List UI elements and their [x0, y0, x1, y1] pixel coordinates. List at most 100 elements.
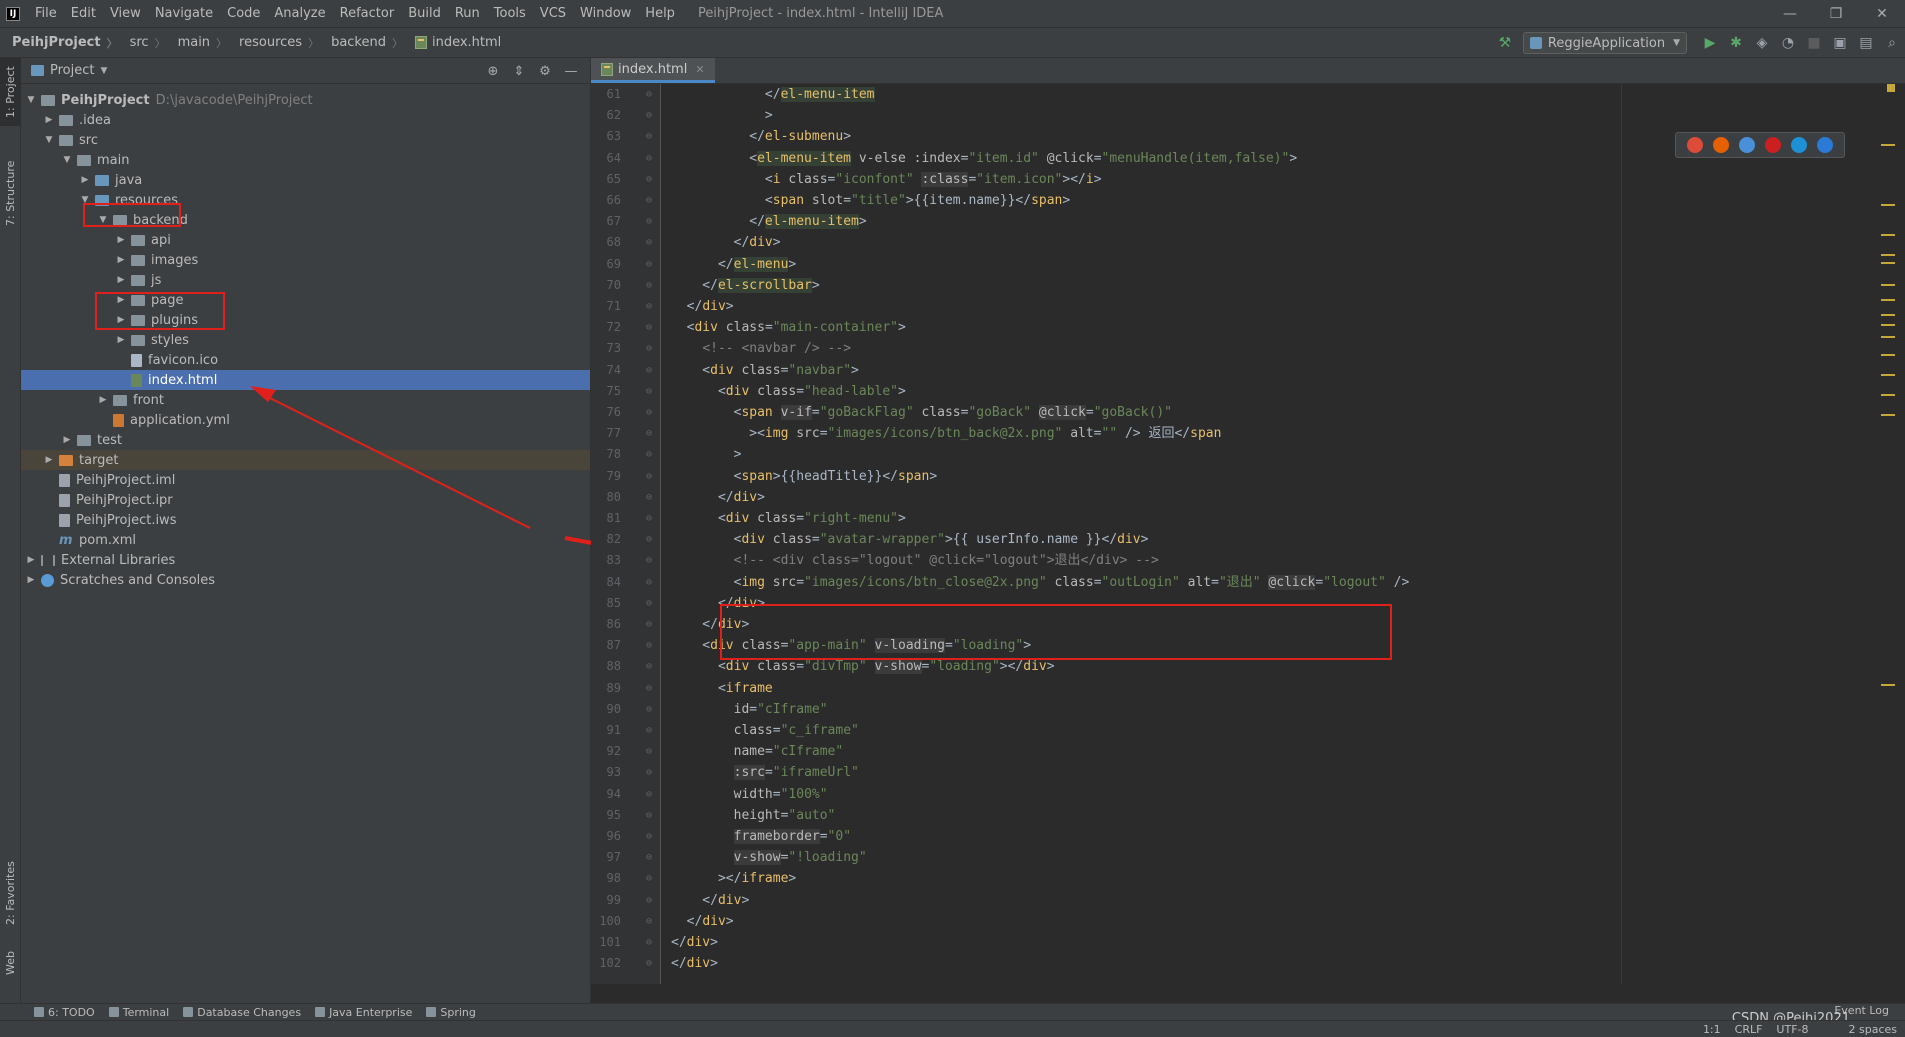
tree-item[interactable]: ▶ styles [21, 330, 590, 350]
menu-analyze[interactable]: Analyze [267, 0, 332, 28]
fold-marker-icon[interactable]: ⊖ [646, 402, 652, 423]
code-line[interactable]: 83 ⊖ <!-- <div class="logout" @click="log… [591, 550, 1891, 571]
edge-icon[interactable] [1817, 137, 1833, 153]
code-line[interactable]: 76 ⊖ <span v-if="goBackFlag" class="goBac… [591, 402, 1891, 423]
line-separator[interactable]: CRLF [1735, 1023, 1763, 1036]
code-line[interactable]: 94 ⊖ width="100%" [591, 784, 1891, 805]
fold-marker-icon[interactable]: ⊖ [646, 699, 652, 720]
coverage-icon[interactable]: ◈ [1749, 32, 1775, 54]
menu-window[interactable]: Window [573, 0, 638, 28]
scroll-marker[interactable] [1881, 684, 1895, 686]
locate-file-icon[interactable]: ⊕ [480, 64, 506, 79]
restore-button[interactable]: ❐ [1813, 0, 1859, 28]
collapsed-arrow-icon[interactable]: ▶ [61, 435, 73, 445]
code-line[interactable]: 84 ⊖ <img src="images/icons/btn_close@2x.… [591, 572, 1891, 593]
scroll-marker[interactable] [1881, 254, 1895, 256]
project-tool-tab[interactable]: 1: Project [0, 58, 21, 126]
warning-marker[interactable] [1887, 84, 1895, 92]
expanded-arrow-icon[interactable]: ▼ [25, 95, 37, 105]
fold-marker-icon[interactable]: ⊖ [646, 84, 652, 105]
fold-marker-icon[interactable]: ⊖ [646, 317, 652, 338]
fold-marker-icon[interactable]: ⊖ [646, 784, 652, 805]
code-line[interactable]: 70 ⊖ </el-scrollbar> [591, 275, 1891, 296]
tree-item[interactable]: ▶ java [21, 170, 590, 190]
fold-marker-icon[interactable]: ⊖ [646, 211, 652, 232]
structure-tool-tab[interactable]: 7: Structure [0, 148, 21, 238]
code-line[interactable]: 77 ⊖ ><img src="images/icons/btn_back@2x.… [591, 423, 1891, 444]
collapsed-arrow-icon[interactable]: ▶ [25, 575, 37, 585]
collapsed-arrow-icon[interactable]: ▶ [97, 395, 109, 405]
fold-marker-icon[interactable]: ⊖ [646, 890, 652, 911]
menu-vcs[interactable]: VCS [533, 0, 573, 28]
fold-marker-icon[interactable]: ⊖ [646, 614, 652, 635]
code-line[interactable]: 73 ⊖ <!-- <navbar /> --> [591, 338, 1891, 359]
tree-item[interactable]: ▶ test [21, 430, 590, 450]
fold-marker-icon[interactable]: ⊖ [646, 126, 652, 147]
fold-marker-icon[interactable]: ⊖ [646, 572, 652, 593]
tree-item[interactable]: ▼ PeihjProject D:\javacode\PeihjProject [21, 90, 590, 110]
tree-item[interactable]: ▶ .idea [21, 110, 590, 130]
chevron-down-icon[interactable]: ▼ [100, 66, 107, 76]
fold-marker-icon[interactable]: ⊖ [646, 762, 652, 783]
menu-edit[interactable]: Edit [64, 0, 103, 28]
profile-icon[interactable]: ◔ [1775, 32, 1801, 54]
tree-item[interactable]: ▶ target [21, 450, 590, 470]
tab-index-html[interactable]: index.html ✕ [591, 58, 715, 83]
collapsed-arrow-icon[interactable]: ▶ [25, 555, 37, 565]
code-line[interactable]: 78 ⊖ > [591, 444, 1891, 465]
fold-marker-icon[interactable]: ⊖ [646, 190, 652, 211]
fold-marker-icon[interactable]: ⊖ [646, 953, 652, 974]
run-icon[interactable]: ▶ [1697, 32, 1723, 54]
menu-file[interactable]: File [28, 0, 64, 28]
code-line[interactable]: 65 ⊖ <i class="iconfont" :class="item.ico… [591, 169, 1891, 190]
fold-marker-icon[interactable]: ⊖ [646, 232, 652, 253]
tree-item[interactable]: ▶ api [21, 230, 590, 250]
code-line[interactable]: 74 ⊖ <div class="navbar"> [591, 360, 1891, 381]
breadcrumb-item[interactable]: src 〉 [120, 35, 168, 51]
code-line[interactable]: 90 ⊖ id="cIframe" [591, 699, 1891, 720]
code-line[interactable]: 75 ⊖ <div class="head-lable"> [591, 381, 1891, 402]
expanded-arrow-icon[interactable]: ▼ [61, 155, 73, 165]
breadcrumb-item[interactable]: resources 〉 [229, 35, 321, 51]
collapsed-arrow-icon[interactable]: ▶ [43, 455, 55, 465]
tree-item[interactable]: PeihjProject.iws [21, 510, 590, 530]
code-line[interactable]: 97 ⊖ v-show="!loading" [591, 847, 1891, 868]
scroll-marker[interactable] [1881, 374, 1895, 376]
fold-marker-icon[interactable]: ⊖ [646, 275, 652, 296]
fold-marker-icon[interactable]: ⊖ [646, 444, 652, 465]
tree-item[interactable]: PeihjProject.ipr [21, 490, 590, 510]
fold-marker-icon[interactable]: ⊖ [646, 656, 652, 677]
scroll-marker[interactable] [1881, 314, 1895, 316]
fold-marker-icon[interactable]: ⊖ [646, 635, 652, 656]
menu-navigate[interactable]: Navigate [148, 0, 220, 28]
code-line[interactable]: 72 ⊖ <div class="main-container"> [591, 317, 1891, 338]
fold-marker-icon[interactable]: ⊖ [646, 148, 652, 169]
breadcrumb-item[interactable]: backend 〉 [321, 35, 405, 51]
close-tab-icon[interactable]: ✕ [695, 63, 704, 76]
breadcrumb-item[interactable]: main 〉 [168, 35, 229, 51]
menu-tools[interactable]: Tools [487, 0, 533, 28]
scroll-marker[interactable] [1881, 336, 1895, 338]
bottom-tool-tab[interactable]: Java Enterprise [315, 1006, 412, 1019]
tree-item[interactable]: index.html [21, 370, 590, 390]
debug-icon[interactable]: ✱ [1723, 32, 1749, 54]
run-configuration-select[interactable]: ReggieApplication ▼ [1522, 32, 1687, 54]
layout-icon[interactable]: ▤ [1853, 32, 1879, 54]
scroll-marker[interactable] [1881, 324, 1895, 326]
collapsed-arrow-icon[interactable]: ▶ [79, 175, 91, 185]
scroll-marker[interactable] [1881, 354, 1895, 356]
scroll-marker[interactable] [1881, 414, 1895, 416]
firefox-icon[interactable] [1713, 137, 1729, 153]
code-line[interactable]: 80 ⊖ </div> [591, 487, 1891, 508]
tree-item[interactable]: ▶ js [21, 270, 590, 290]
bottom-tool-tab[interactable]: Database Changes [183, 1006, 301, 1019]
menu-view[interactable]: View [103, 0, 148, 28]
bottom-tool-tab[interactable]: 6: TODO [34, 1006, 95, 1019]
tree-item[interactable]: ▶ External Libraries [21, 550, 590, 570]
fold-marker-icon[interactable]: ⊖ [646, 741, 652, 762]
code-line[interactable]: 100 ⊖ </div> [591, 911, 1891, 932]
tree-item[interactable]: ▶ images [21, 250, 590, 270]
scroll-marker[interactable] [1881, 284, 1895, 286]
breadcrumb-item[interactable]: PeihjProject 〉 [0, 35, 120, 51]
code-area[interactable]: 61 ⊖ </el-menu-item 62 ⊖ >63 ⊖ </el-submenu>… [591, 84, 1905, 984]
